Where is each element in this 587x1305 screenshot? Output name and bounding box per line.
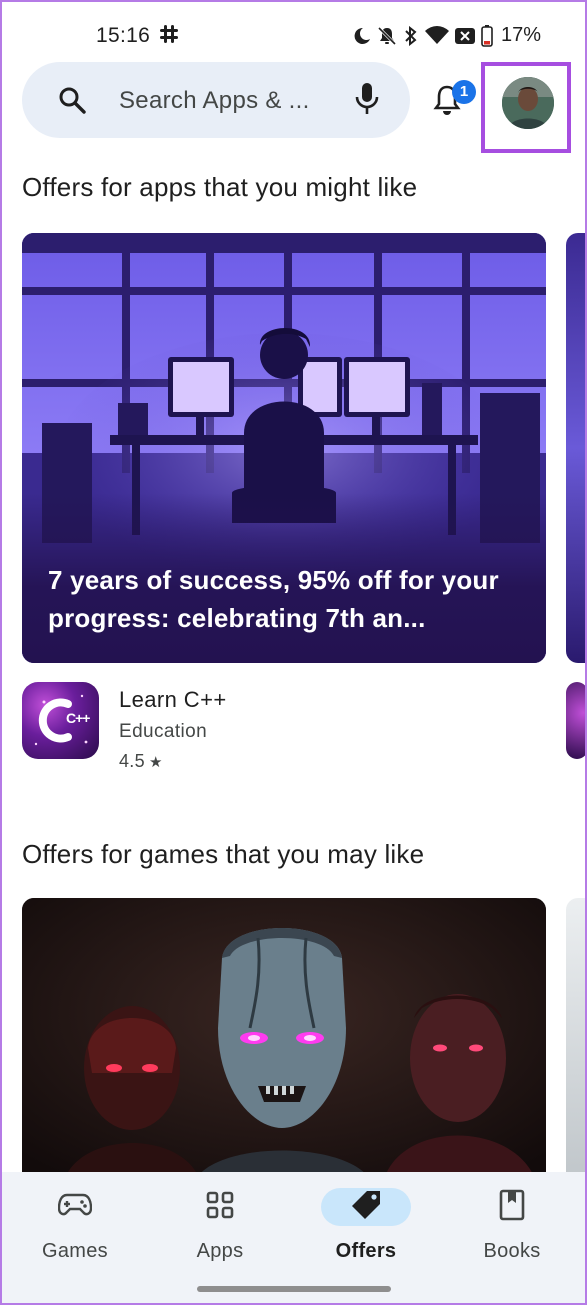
slack-notification-icon [160,25,178,48]
next-app-icon-peek[interactable] [566,682,587,759]
app-name[interactable]: Learn C++ [119,687,227,713]
sim-card-icon [454,27,475,45]
nav-books[interactable]: Books [457,1188,567,1263]
status-time: 15:16 [96,24,151,47]
search-icon[interactable] [58,86,86,119]
app-icon-label: C++ [66,710,90,726]
nav-offers[interactable]: Offers [311,1188,421,1263]
nav-offers-label: Offers [335,1240,397,1262]
notification-badge: 1 [452,80,476,104]
nav-offers-active-pill [321,1188,411,1226]
do-not-disturb-moon-icon [353,27,371,45]
offer-banner-apps[interactable]: 7 years of success, 95% off for your pro… [22,233,546,663]
nav-apps-label: Apps [196,1240,244,1262]
muted-bell-icon [377,26,397,46]
battery-percent: 17% [500,24,541,46]
search-bar[interactable]: Search Apps & ... [22,62,410,138]
bluetooth-icon [403,25,419,46]
wifi-icon [424,25,449,46]
app-category: Education [119,721,208,742]
account-highlight-box [481,62,571,153]
nav-games-label: Games [42,1240,108,1262]
gamepad-icon [57,1192,93,1223]
next-banner-peek[interactable] [566,233,587,663]
apps-grid-icon [206,1191,234,1224]
search-input[interactable]: Search Apps & ... [119,87,310,115]
section-title-games-offers: Offers for games that you may like [22,839,425,869]
app-rating: 4.5 [119,751,145,771]
next-game-banner-peek[interactable] [566,898,587,1188]
nav-apps[interactable]: Apps [165,1188,275,1263]
gesture-navigation-bar[interactable] [197,1286,391,1292]
microphone-icon[interactable] [354,82,380,121]
nav-games[interactable]: Games [20,1188,130,1263]
section-title-apps-offers: Offers for apps that you might like [22,172,418,202]
app-icon-learn-cpp[interactable]: C++ [22,682,99,759]
offer-banner-games[interactable] [22,898,546,1188]
banner-headline: 7 years of success, 95% off for your pro… [48,565,499,633]
star-icon: ★ [148,754,163,771]
nav-books-label: Books [483,1240,541,1262]
battery-low-icon [481,24,493,47]
offer-tag-icon [349,1188,383,1227]
avatar[interactable] [502,77,554,129]
game-banner-illustration [22,898,546,1188]
bookmark-icon [499,1189,525,1226]
